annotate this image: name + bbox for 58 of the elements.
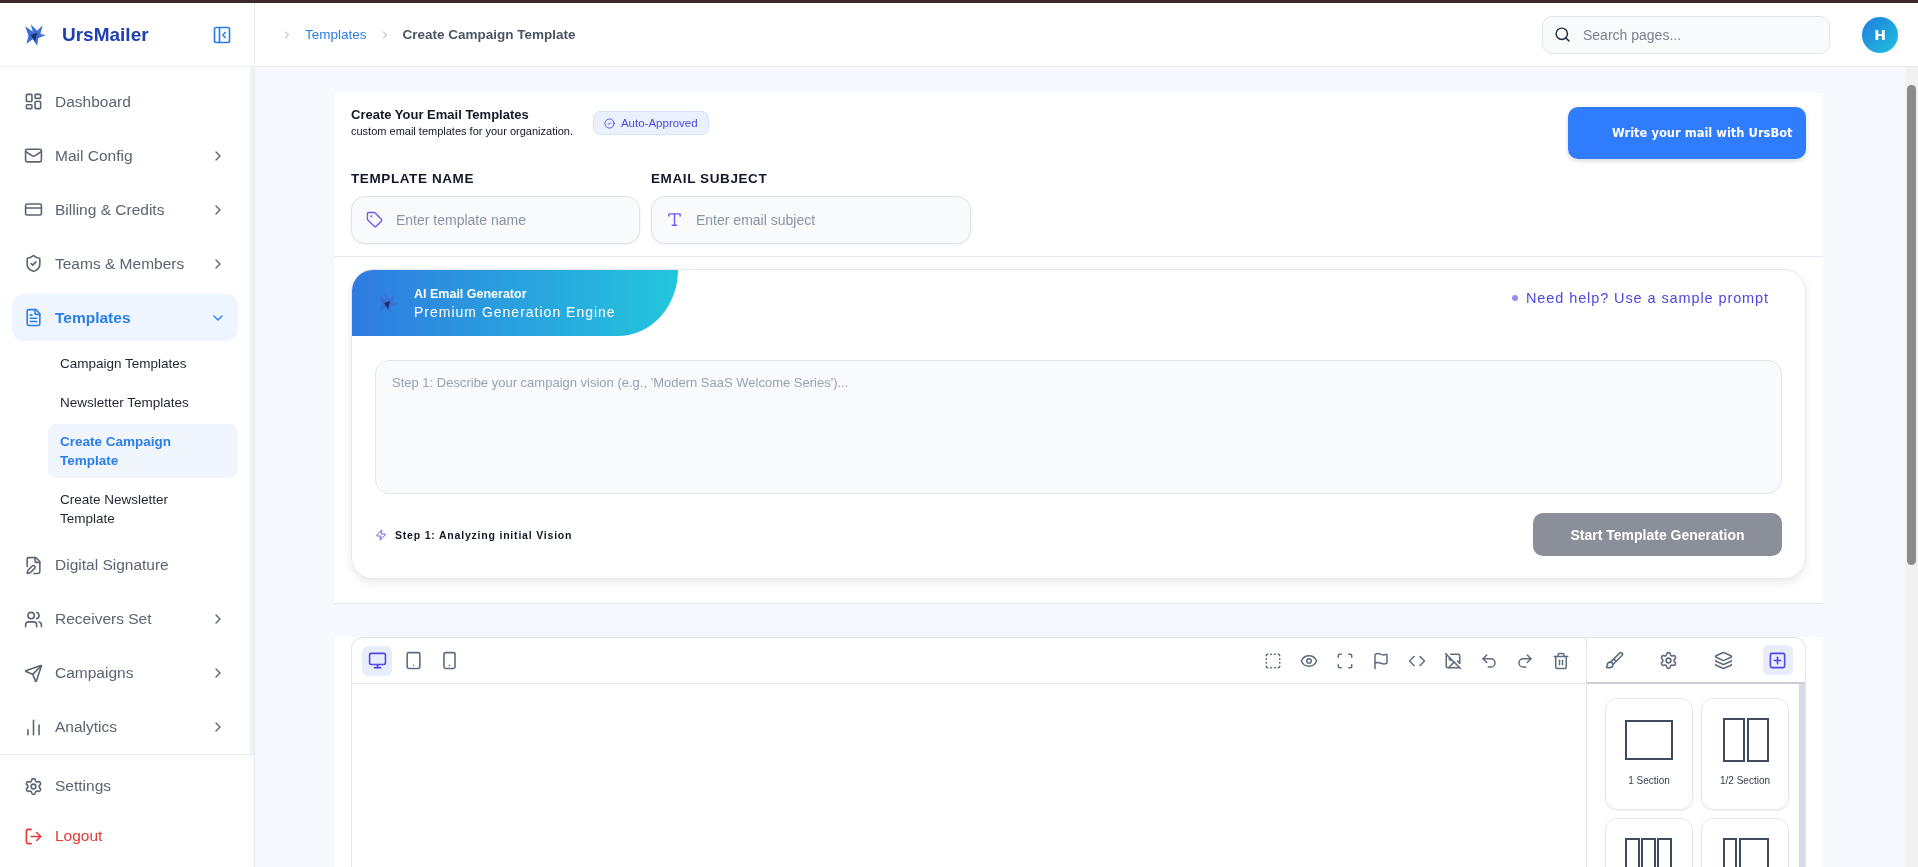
section-title: Create Your Email Templates xyxy=(351,107,530,122)
nav-item[interactable]: Settings xyxy=(12,761,242,811)
shield-icon xyxy=(24,254,43,274)
section-layout-icon xyxy=(1720,717,1770,763)
nav-item[interactable]: Analytics xyxy=(12,703,238,751)
text-icon xyxy=(666,211,683,228)
bird-logo-icon xyxy=(376,291,400,315)
search-icon xyxy=(1554,25,1571,43)
section-layout-icon xyxy=(1624,717,1674,763)
dashboard-icon xyxy=(24,92,43,112)
nav-subitem[interactable]: Campaign Templates xyxy=(48,346,238,382)
nav-item[interactable]: Templates xyxy=(12,293,238,342)
collapse-sidebar-icon[interactable] xyxy=(212,24,232,45)
tag-icon xyxy=(366,211,383,228)
signature-icon xyxy=(24,555,43,575)
section-subtitle: custom email templates for your organization. xyxy=(351,125,573,137)
input-field[interactable]: Enter template name xyxy=(351,196,640,244)
start-generation-button[interactable]: Start Template Generation xyxy=(1533,513,1782,556)
document-icon xyxy=(24,308,43,327)
desktop-icon[interactable] xyxy=(362,645,392,676)
prompt-field[interactable]: Step 1: Describe your campaign vision (e.g., 'Modern SaaS Welcome Series')... xyxy=(375,360,1782,494)
nav-item[interactable]: Digital Signature xyxy=(12,541,238,590)
generator-title: AI Email Generator xyxy=(414,286,528,301)
nav-subitem[interactable]: Newsletter Templates xyxy=(48,385,238,421)
generator-subtitle: Premium Generation Engine xyxy=(414,303,616,320)
badge-text: Auto-Approved xyxy=(620,117,698,129)
nav-item[interactable]: Logout xyxy=(12,811,242,861)
nav-item[interactable]: Dashboard xyxy=(12,78,238,126)
mail-icon xyxy=(24,146,43,166)
nav-subitem[interactable]: Create Newsletter Template xyxy=(48,482,238,537)
generation-status: Step 1: Analyzing initial Vision xyxy=(395,528,573,541)
nav-item[interactable]: Teams & Members xyxy=(12,239,238,288)
app-name: UrsMailer xyxy=(62,23,150,46)
users-icon xyxy=(24,609,43,629)
field-label: TEMPLATE NAME xyxy=(351,171,476,186)
breadcrumb-current: Create Campaign Template xyxy=(402,27,576,42)
nav-item[interactable]: Billing & Credits xyxy=(12,185,238,234)
nav-subitem[interactable]: Create Campaign Template xyxy=(48,424,238,479)
scrollbar-thumb[interactable] xyxy=(1907,85,1916,565)
bar-chart-icon xyxy=(24,717,43,737)
scrollbar[interactable] xyxy=(1905,67,1918,867)
settings-icon xyxy=(24,776,43,796)
nav-item[interactable]: Receivers Set xyxy=(12,595,238,644)
send-icon xyxy=(24,663,43,683)
nav-item[interactable]: Campaigns xyxy=(12,649,238,698)
section-block[interactable]: 1/2 Section xyxy=(1701,698,1789,810)
breadcrumb-link[interactable]: Templates xyxy=(305,27,367,42)
logout-icon xyxy=(24,826,43,846)
ursbot-button[interactable]: Write your mail with UrsBot xyxy=(1568,107,1806,159)
check-circle-icon xyxy=(603,117,615,129)
section-block[interactable]: 1 Section xyxy=(1605,698,1693,810)
lightning-icon xyxy=(375,528,387,541)
field-label: EMAIL SUBJECT xyxy=(651,171,769,186)
nav-item[interactable]: Mail Config xyxy=(12,131,238,180)
input-field[interactable]: Enter email subject xyxy=(651,196,971,244)
sample-prompt-link[interactable]: Need help? Use a sample prompt xyxy=(1512,290,1769,306)
add-icon[interactable] xyxy=(1762,645,1793,675)
search-field[interactable]: Search pages... xyxy=(1542,15,1830,54)
